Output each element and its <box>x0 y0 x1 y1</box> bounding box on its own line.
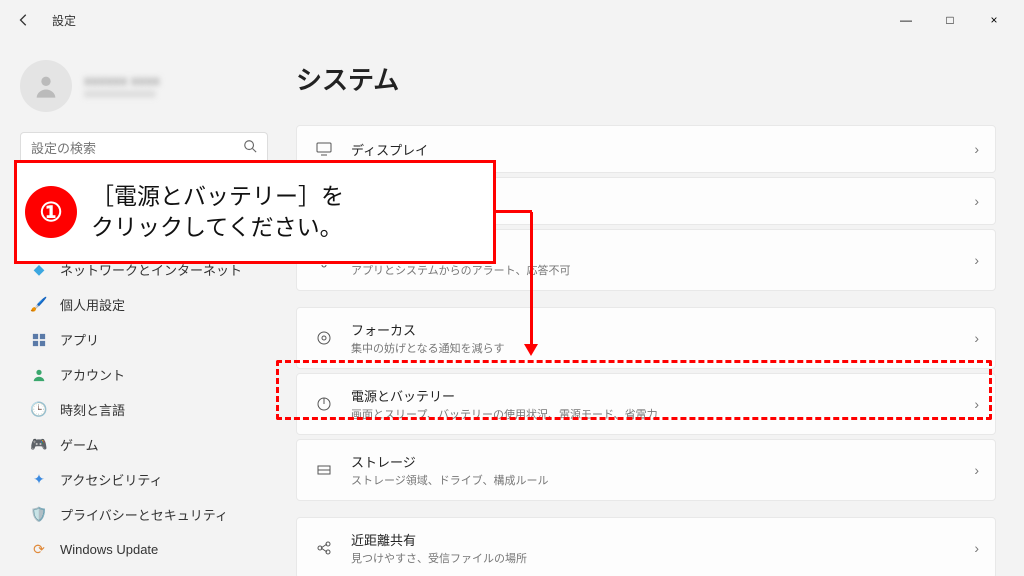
setting-desc: アプリとシステムからのアラート、応答不可 <box>351 262 958 278</box>
setting-title: フォーカス <box>351 320 958 339</box>
sidebar-item-label: ゲーム <box>60 435 99 454</box>
sidebar-item-accessibility[interactable]: ✦ アクセシビリティ <box>20 463 268 496</box>
sidebar-item-label: アクセシビリティ <box>60 470 163 489</box>
chevron-right-icon: › <box>974 462 979 478</box>
sidebar-item-personalize[interactable]: 🖌️ 個人用設定 <box>20 288 268 321</box>
sidebar-item-label: 個人用設定 <box>60 295 125 314</box>
chevron-right-icon: › <box>974 252 979 268</box>
setting-desc: 見つけやすさ、受信ファイルの場所 <box>351 550 958 566</box>
brush-icon: 🖌️ <box>30 296 48 314</box>
sidebar-item-label: プライバシーとセキュリティ <box>60 505 228 524</box>
user-email: xxxxxxxxxxxxx <box>84 88 160 100</box>
titlebar: 設定 — □ × <box>0 0 1024 40</box>
sidebar-item-apps[interactable]: アプリ <box>20 323 268 356</box>
annotation-text: ［電源とバッテリー］を クリックしてください。 <box>91 181 344 243</box>
window-controls: — □ × <box>884 4 1016 36</box>
setting-desc: ストレージ領域、ドライブ、構成ルール <box>351 472 958 488</box>
setting-desc: 集中の妨げとなる通知を減らす <box>351 340 958 356</box>
chevron-right-icon: › <box>974 193 979 209</box>
gamepad-icon: 🎮 <box>30 436 48 454</box>
back-button[interactable] <box>8 4 40 36</box>
search-icon <box>243 139 257 158</box>
annotation-arrow-head <box>524 344 538 356</box>
annotation-number: ① <box>25 186 77 238</box>
annotation-highlight <box>276 360 992 420</box>
focus-icon <box>313 327 335 349</box>
user-name: xxxxxx xxxx <box>84 73 160 88</box>
setting-title: ストレージ <box>351 452 958 471</box>
annotation-arrow <box>496 210 532 213</box>
chevron-right-icon: › <box>974 540 979 556</box>
setting-title: 近距離共有 <box>351 530 958 549</box>
sidebar-item-time[interactable]: 🕒 時刻と言語 <box>20 393 268 426</box>
accessibility-icon: ✦ <box>30 471 48 489</box>
setting-title: ディスプレイ <box>351 140 958 159</box>
sidebar-item-gaming[interactable]: 🎮 ゲーム <box>20 428 268 461</box>
setting-storage[interactable]: ストレージ ストレージ領域、ドライブ、構成ルール › <box>296 439 996 501</box>
account-icon <box>30 366 48 384</box>
maximize-button[interactable]: □ <box>928 4 972 36</box>
share-icon <box>313 537 335 559</box>
annotation-arrow <box>530 212 533 348</box>
sidebar-item-update[interactable]: ⟳ Windows Update <box>20 533 268 565</box>
sidebar-item-account[interactable]: アカウント <box>20 358 268 391</box>
sidebar-item-label: アプリ <box>60 330 99 349</box>
update-icon: ⟳ <box>30 540 48 558</box>
minimize-button[interactable]: — <box>884 4 928 36</box>
sidebar-item-label: 時刻と言語 <box>60 400 125 419</box>
avatar <box>20 60 72 112</box>
annotation-callout: ① ［電源とバッテリー］を クリックしてください。 <box>14 160 496 264</box>
sidebar: xxxxxx xxxx xxxxxxxxxxxxx システム ✱ Bluetoo… <box>0 40 280 576</box>
chevron-right-icon: › <box>974 141 979 157</box>
content-pane: システム ディスプレイ › サウンド › 通知 アプリとシステムからのアラート、… <box>280 40 1024 576</box>
apps-icon <box>30 331 48 349</box>
close-button[interactable]: × <box>972 4 1016 36</box>
sidebar-item-label: アカウント <box>60 365 125 384</box>
sidebar-item-label: Windows Update <box>60 542 158 557</box>
storage-icon <box>313 459 335 481</box>
shield-icon: 🛡️ <box>30 506 48 524</box>
app-title: 設定 <box>52 12 76 29</box>
user-block[interactable]: xxxxxx xxxx xxxxxxxxxxxxx <box>20 60 268 112</box>
setting-nearby-share[interactable]: 近距離共有 見つけやすさ、受信ファイルの場所 › <box>296 517 996 576</box>
page-title: システム <box>296 60 996 97</box>
chevron-right-icon: › <box>974 330 979 346</box>
display-icon <box>313 138 335 160</box>
sidebar-item-privacy[interactable]: 🛡️ プライバシーとセキュリティ <box>20 498 268 531</box>
clock-icon: 🕒 <box>30 401 48 419</box>
search-input[interactable] <box>31 141 243 156</box>
